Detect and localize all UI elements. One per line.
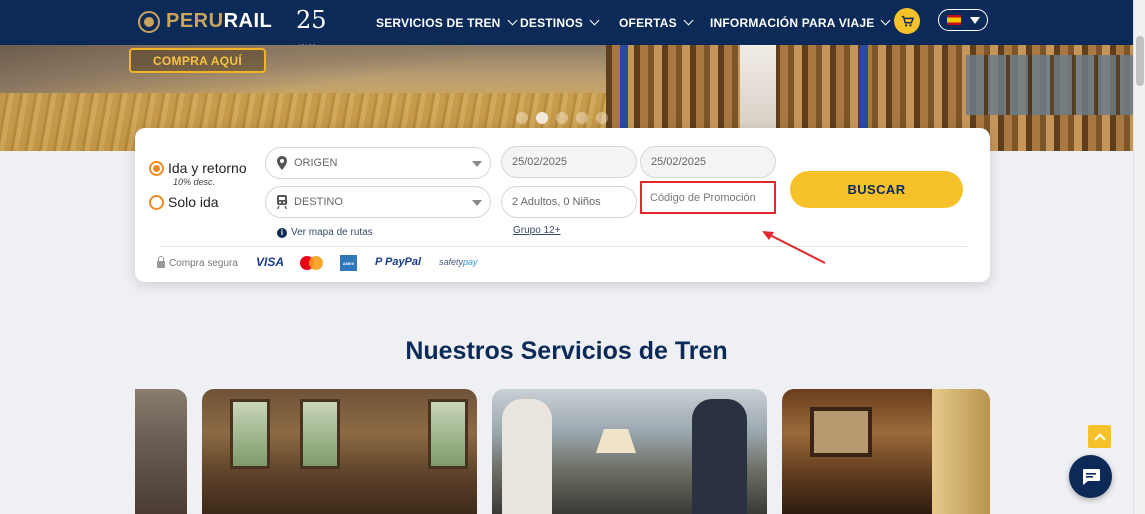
anniversary-badge: 25YEARS xyxy=(296,6,327,48)
secure-purchase-label: Compra segura xyxy=(157,255,238,271)
chevron-up-icon xyxy=(1093,432,1106,445)
scrollbar-thumb[interactable] xyxy=(1136,36,1144,86)
carousel-dot[interactable] xyxy=(556,112,568,124)
departure-date-field[interactable]: 25/02/2025 xyxy=(501,146,637,178)
perurail-logo[interactable]: PERURAIL xyxy=(138,10,272,33)
safetypay-logo: safetypay xyxy=(439,257,478,267)
nav-destinos[interactable]: DESTINOS xyxy=(520,0,600,45)
chat-button[interactable] xyxy=(1069,455,1112,498)
info-icon: i xyxy=(277,227,287,238)
radio-ida-y-retorno[interactable]: Ida y retorno xyxy=(149,160,247,176)
cart-button[interactable] xyxy=(894,8,920,34)
chevron-down-icon xyxy=(880,15,891,26)
group-link[interactable]: Grupo 12+ xyxy=(513,225,561,236)
nav-informacion-para-viaje[interactable]: INFORMACIÓN PARA VIAJE xyxy=(710,0,891,45)
spain-flag-icon xyxy=(947,15,961,25)
page-scrollbar[interactable] xyxy=(1133,0,1145,514)
origin-select[interactable]: ORIGEN xyxy=(265,147,491,179)
service-card-partial[interactable] xyxy=(135,389,187,514)
carousel-dot[interactable] xyxy=(516,112,528,124)
passengers-field[interactable]: 2 Adultos, 0 Niños xyxy=(501,186,637,218)
mastercard-logo xyxy=(300,255,324,271)
paypal-logo: P PayPal xyxy=(375,256,422,268)
radio-checked-icon xyxy=(149,160,164,176)
annotation-arrow-icon xyxy=(762,231,826,264)
buscar-button[interactable]: BUSCAR xyxy=(790,171,963,208)
discount-note: 10% desc. xyxy=(173,177,216,187)
promo-code-input[interactable]: Código de Promoción xyxy=(640,181,776,214)
chevron-down-icon xyxy=(507,15,517,26)
lock-icon xyxy=(157,256,165,268)
chat-icon xyxy=(1082,468,1100,485)
amex-logo: AMEX xyxy=(340,255,357,271)
destination-select[interactable]: DESTINO xyxy=(265,186,491,218)
service-card-2[interactable] xyxy=(492,389,767,514)
radio-solo-ida[interactable]: Solo ida xyxy=(149,194,219,210)
search-panel: Ida y retorno 10% desc. Solo ida ORIGEN … xyxy=(135,128,990,282)
carousel-dot[interactable] xyxy=(596,112,608,124)
logo-text: PERURAIL xyxy=(166,10,273,32)
scroll-to-top-button[interactable] xyxy=(1088,425,1111,448)
caret-down-icon xyxy=(970,16,980,24)
service-card-3[interactable] xyxy=(782,389,990,514)
location-pin-icon xyxy=(277,156,287,170)
language-selector[interactable] xyxy=(938,9,988,31)
dropdown-arrow-icon xyxy=(472,161,482,167)
chevron-down-icon xyxy=(683,15,694,26)
carousel-dots xyxy=(516,112,608,124)
dropdown-arrow-icon xyxy=(472,200,482,206)
visa-logo: VISA xyxy=(256,255,285,269)
section-title: Nuestros Servicios de Tren xyxy=(405,337,728,365)
service-card-1[interactable] xyxy=(202,389,477,514)
carousel-dot-active[interactable] xyxy=(536,112,548,124)
logo-emblem-icon xyxy=(138,10,160,33)
carousel-dot[interactable] xyxy=(576,112,588,124)
nav-ofertas[interactable]: OFERTAS xyxy=(619,0,694,45)
route-map-link[interactable]: i Ver mapa de rutas xyxy=(277,227,373,238)
compra-aqui-button[interactable]: COMPRA AQUÍ xyxy=(129,48,266,73)
cart-icon xyxy=(901,15,914,27)
train-icon xyxy=(276,195,288,209)
nav-servicios-de-tren[interactable]: SERVICIOS DE TREN xyxy=(376,0,517,45)
chevron-down-icon xyxy=(589,15,600,26)
return-date-field[interactable]: 25/02/2025 xyxy=(640,146,776,178)
panel-divider xyxy=(159,246,967,247)
radio-unchecked-icon xyxy=(149,194,164,210)
top-nav-bar: PERURAIL 25YEARS SERVICIOS DE TREN DESTI… xyxy=(0,0,1133,48)
